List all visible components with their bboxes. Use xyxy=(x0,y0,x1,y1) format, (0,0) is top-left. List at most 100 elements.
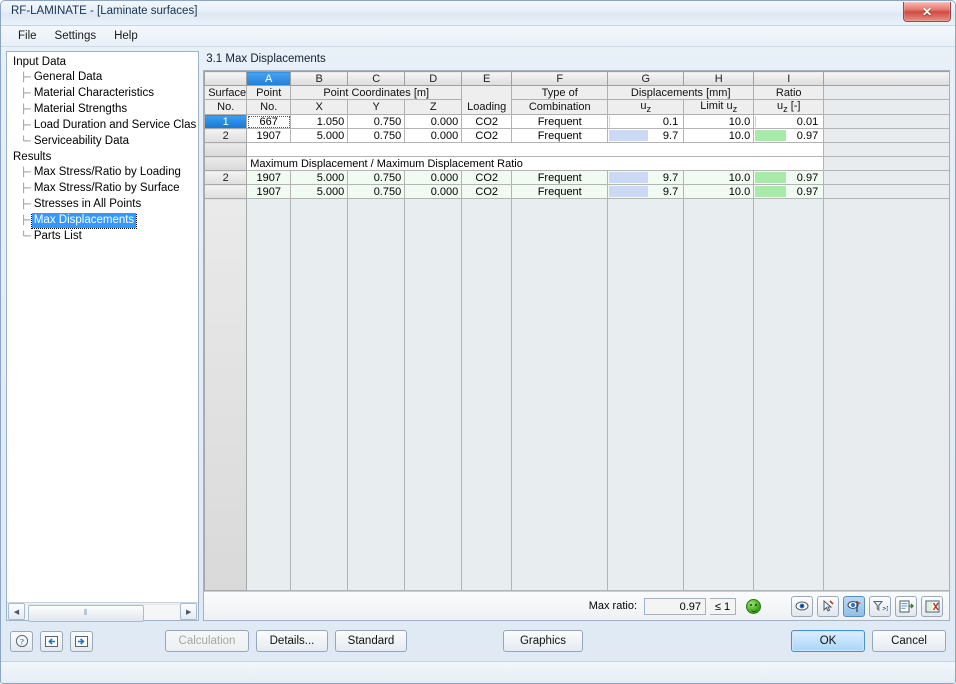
column-letter-g[interactable]: G xyxy=(607,71,685,86)
column-letter-a[interactable]: A xyxy=(246,71,292,86)
column-letter-c[interactable]: C xyxy=(347,71,406,86)
ok-button[interactable]: OK xyxy=(791,630,865,652)
table-row[interactable]: 2 1907 5.000 0.750 0.000 CO2 Frequent 9.… xyxy=(204,128,949,144)
table-row[interactable]: 1 667 1.050 0.750 0.000 CO2 Frequent 0.1 xyxy=(204,114,949,130)
cell-ratio[interactable]: 0.01 xyxy=(753,114,825,130)
column-letter-corner[interactable] xyxy=(204,71,248,86)
printout-report-icon[interactable] xyxy=(895,595,917,617)
cell-displacement-uz[interactable]: 9.7 xyxy=(607,184,685,200)
cell-coord-z[interactable]: 0.000 xyxy=(404,184,463,200)
sidebar-item-parts-list[interactable]: └─ Parts List xyxy=(11,229,198,245)
cell-ratio[interactable]: 0.97 xyxy=(753,128,825,144)
tree-group-input-data: Input Data xyxy=(11,55,198,70)
navigation-horizontal-scrollbar[interactable]: ◀ ⦀ ▶ xyxy=(7,602,199,622)
cell-point-no[interactable]: 1907 xyxy=(246,170,292,186)
standard-button[interactable]: Standard xyxy=(335,630,407,652)
cell-combination[interactable]: Frequent xyxy=(511,128,609,144)
cell-coord-x[interactable]: 5.000 xyxy=(290,170,349,186)
menu-item-help[interactable]: Help xyxy=(105,28,147,44)
sidebar-item-label: Max Displacements xyxy=(30,213,138,229)
sidebar-item-general-data[interactable]: ├─ General Data xyxy=(11,70,198,86)
cell-ratio[interactable]: 0.97 xyxy=(753,184,825,200)
cell-coord-x[interactable]: 1.050 xyxy=(290,114,349,130)
close-icon[interactable]: ✕ xyxy=(903,2,951,22)
menu-item-settings[interactable]: Settings xyxy=(46,28,106,44)
cell-combination[interactable]: Frequent xyxy=(511,184,609,200)
row-header-summary-2[interactable] xyxy=(204,184,248,200)
menu-item-file[interactable]: File xyxy=(9,28,46,44)
graphics-button[interactable]: Graphics xyxy=(503,630,583,652)
scroll-right-icon[interactable]: ▶ xyxy=(180,603,198,620)
cell-coord-y[interactable]: 0.750 xyxy=(347,114,406,130)
view-results-icon[interactable] xyxy=(791,595,813,617)
sidebar-item-stresses-in-all-points[interactable]: ├─ Stresses in All Points xyxy=(11,197,198,213)
cell-ratio[interactable]: 0.97 xyxy=(753,170,825,186)
view-flag-icon[interactable] xyxy=(843,595,865,617)
row-header-summary-1[interactable]: 2 xyxy=(204,170,248,186)
cell-filler xyxy=(823,170,949,186)
sidebar-item-label: Stresses in All Points xyxy=(33,198,142,210)
sidebar-item-load-duration-service-class[interactable]: ├─ Load Duration and Service Clas xyxy=(11,118,198,134)
column-letter-h[interactable]: H xyxy=(683,71,755,86)
select-pointer-icon[interactable] xyxy=(817,595,839,617)
cell-limit-uz[interactable]: 10.0 xyxy=(683,170,755,186)
table-row-summary[interactable]: 1907 5.000 0.750 0.000 CO2 Frequent 9.7 … xyxy=(204,184,949,200)
next-page-icon[interactable] xyxy=(70,630,93,652)
column-letter-d[interactable]: D xyxy=(404,71,463,86)
filter-greater-one-icon[interactable]: >1 xyxy=(869,595,891,617)
cell-coord-x[interactable]: 5.000 xyxy=(290,128,349,144)
cell-coord-z[interactable]: 0.000 xyxy=(404,114,463,130)
column-letter-i[interactable]: I xyxy=(753,71,825,86)
scrollbar-thumb[interactable]: ⦀ xyxy=(28,604,144,622)
previous-page-icon[interactable] xyxy=(40,630,63,652)
cell-coord-y[interactable]: 0.750 xyxy=(347,184,406,200)
excel-export-icon[interactable] xyxy=(921,595,943,617)
calculation-button[interactable]: Calculation xyxy=(165,630,249,652)
help-icon[interactable]: ? xyxy=(10,630,33,652)
cell-displacement-uz[interactable]: 9.7 xyxy=(607,128,685,144)
sidebar-item-max-displacements[interactable]: ├─ Max Displacements xyxy=(11,213,198,229)
row-header-2[interactable]: 2 xyxy=(204,128,248,144)
cell-point-no[interactable]: 1907 xyxy=(246,184,292,200)
cell-loading[interactable]: CO2 xyxy=(461,184,513,200)
cell-limit-uz[interactable]: 10.0 xyxy=(683,114,755,130)
cell-coord-z[interactable]: 0.000 xyxy=(404,128,463,144)
sidebar-item-label: Material Characteristics xyxy=(33,87,154,99)
empty-cell xyxy=(347,198,406,591)
row-header-1[interactable]: 1 xyxy=(204,114,248,130)
cell-point-no[interactable]: 667 xyxy=(246,114,292,130)
scroll-left-icon[interactable]: ◀ xyxy=(8,603,25,620)
cell-coord-z[interactable]: 0.000 xyxy=(404,170,463,186)
cell-coord-y[interactable]: 0.750 xyxy=(347,170,406,186)
cancel-button[interactable]: Cancel xyxy=(872,630,946,652)
column-letter-f[interactable]: F xyxy=(511,71,609,86)
results-grid-scroll[interactable]: A B C D E F G H I Surface Point Point Co… xyxy=(204,71,949,591)
scrollbar-track[interactable]: ⦀ xyxy=(26,603,180,622)
sidebar-item-label: General Data xyxy=(33,71,103,83)
cell-displacement-uz[interactable]: 0.1 xyxy=(607,114,685,130)
sidebar-item-max-stress-ratio-by-surface[interactable]: ├─ Max Stress/Ratio by Surface xyxy=(11,181,198,197)
header-point-no: No. xyxy=(246,98,292,116)
table-row-summary[interactable]: 2 1907 5.000 0.750 0.000 CO2 Frequent 9.… xyxy=(204,170,949,186)
cell-loading[interactable]: CO2 xyxy=(461,128,513,144)
cell-loading[interactable]: CO2 xyxy=(461,170,513,186)
cell-combination[interactable]: Frequent xyxy=(511,114,609,130)
details-button[interactable]: Details... xyxy=(256,630,328,652)
sidebar-item-material-characteristics[interactable]: ├─ Material Characteristics xyxy=(11,86,198,102)
sidebar-item-serviceability-data[interactable]: └─ Serviceability Data xyxy=(11,134,198,150)
cell-filler xyxy=(823,142,949,158)
cell-coord-x[interactable]: 5.000 xyxy=(290,184,349,200)
results-footer: Max ratio: 0.97 ≤ 1 >1 xyxy=(204,591,949,620)
column-letter-b[interactable]: B xyxy=(290,71,349,86)
cell-loading[interactable]: CO2 xyxy=(461,114,513,130)
cell-limit-uz[interactable]: 10.0 xyxy=(683,184,755,200)
cell-point-no[interactable]: 1907 xyxy=(246,128,292,144)
sidebar-item-max-stress-ratio-by-loading[interactable]: ├─ Max Stress/Ratio by Loading xyxy=(11,165,198,181)
cell-limit-uz[interactable]: 10.0 xyxy=(683,128,755,144)
sidebar-item-label: Max Stress/Ratio by Surface xyxy=(33,182,180,194)
column-letter-e[interactable]: E xyxy=(461,71,513,86)
cell-combination[interactable]: Frequent xyxy=(511,170,609,186)
sidebar-item-material-strengths[interactable]: ├─ Material Strengths xyxy=(11,102,198,118)
cell-displacement-uz[interactable]: 9.7 xyxy=(607,170,685,186)
cell-coord-y[interactable]: 0.750 xyxy=(347,128,406,144)
